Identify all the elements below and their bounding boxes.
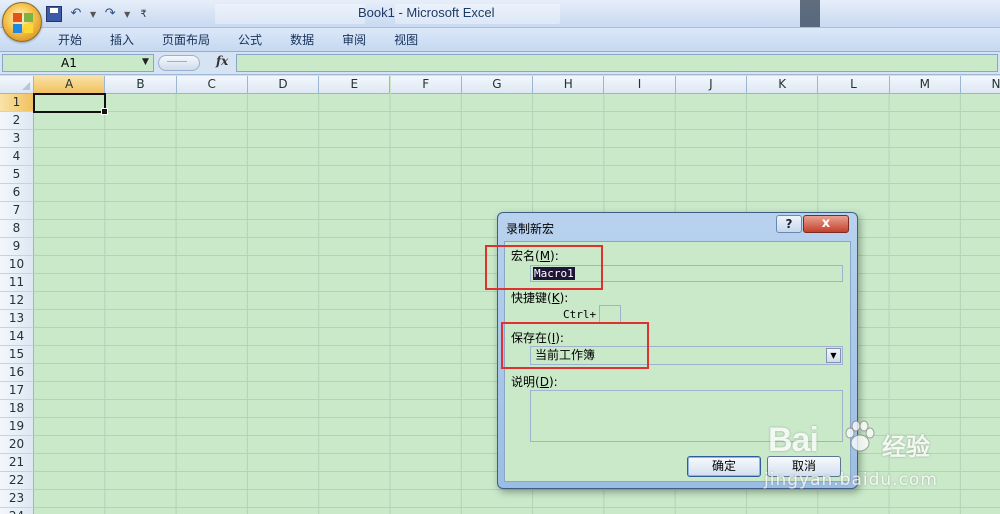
row-header-23[interactable]: 23	[0, 490, 34, 508]
column-header-e[interactable]: E	[319, 76, 391, 94]
column-header-c[interactable]: C	[176, 76, 248, 94]
column-header-h[interactable]: H	[533, 76, 605, 94]
column-header-m[interactable]: M	[889, 76, 961, 94]
insert-function-icon[interactable]: fx	[216, 54, 228, 68]
row-header-20[interactable]: 20	[0, 436, 34, 454]
column-header-l[interactable]: L	[818, 76, 890, 94]
annotation-highlight-macro-name	[485, 245, 603, 290]
watermark-url: jingyan.baidu.com	[764, 470, 938, 490]
ribbon-tabs: 开始 插入 页面布局 公式 数据 审阅 视图	[58, 32, 432, 48]
annotation-highlight-store-in	[501, 322, 649, 369]
shortcut-prefix: Ctrl+	[563, 308, 597, 321]
watermark-brand: Bai	[768, 421, 819, 459]
row-header-15[interactable]: 15	[0, 346, 34, 364]
formula-input[interactable]	[236, 54, 998, 72]
close-icon: x	[821, 216, 831, 231]
ok-button[interactable]: 确定	[687, 456, 761, 477]
background-window-fragment	[800, 0, 820, 27]
select-all-corner[interactable]	[0, 76, 34, 94]
row-header-14[interactable]: 14	[0, 328, 34, 346]
row-header-24[interactable]: 24	[0, 508, 34, 514]
column-header-d[interactable]: D	[247, 76, 320, 94]
formula-controls: fx	[158, 54, 236, 72]
tab-insert[interactable]: 插入	[96, 32, 148, 48]
tab-page-layout[interactable]: 页面布局	[148, 32, 224, 48]
name-box-dropdown-icon[interactable]: ▼	[142, 54, 149, 70]
column-header-j[interactable]: J	[675, 76, 747, 94]
formula-bar: A1 ▼ fx	[0, 52, 1000, 75]
title-bar: ↶ ▼ ↷ ▼ ₹ Book1 - Microsoft Excel	[0, 0, 1000, 28]
window-title: Book1 - Microsoft Excel	[358, 5, 495, 20]
row-header-19[interactable]: 19	[0, 418, 34, 436]
watermark: Bai 经验 jingyan.baidu.com	[760, 415, 960, 505]
tab-home[interactable]: 开始	[58, 32, 96, 48]
row-header-5[interactable]: 5	[0, 166, 34, 184]
column-header-b[interactable]: B	[105, 76, 177, 94]
name-box[interactable]: A1	[2, 54, 154, 72]
tab-review[interactable]: 审阅	[328, 32, 380, 48]
office-logo-icon	[13, 13, 33, 33]
paw-icon	[845, 420, 875, 452]
close-button[interactable]: x	[803, 215, 849, 233]
row-header-22[interactable]: 22	[0, 472, 34, 490]
column-header-k[interactable]: K	[747, 76, 819, 94]
formula-bar-expander[interactable]	[158, 55, 200, 71]
column-header-f[interactable]: F	[390, 76, 462, 94]
active-cell-a1[interactable]	[33, 93, 108, 115]
row-header-2[interactable]: 2	[0, 112, 34, 130]
row-header-3[interactable]: 3	[0, 130, 34, 148]
dialog-title: 录制新宏	[506, 222, 555, 236]
shortcut-input[interactable]	[599, 305, 621, 323]
office-button[interactable]	[2, 2, 42, 42]
row-header-16[interactable]: 16	[0, 364, 34, 382]
row-header-18[interactable]: 18	[0, 400, 34, 418]
row-header-8[interactable]: 8	[0, 220, 34, 238]
help-button[interactable]: ?	[776, 215, 802, 233]
row-header-12[interactable]: 12	[0, 292, 34, 310]
row-header-9[interactable]: 9	[0, 238, 34, 256]
column-header-n[interactable]: N	[960, 76, 1000, 94]
watermark-brand-cn: 经验	[882, 433, 930, 461]
ribbon: 开始 插入 页面布局 公式 数据 审阅 视图	[0, 28, 1000, 52]
column-header-g[interactable]: G	[461, 76, 534, 94]
tab-data[interactable]: 数据	[276, 32, 328, 48]
row-header-11[interactable]: 11	[0, 274, 34, 292]
row-header-4[interactable]: 4	[0, 148, 34, 166]
column-header-i[interactable]: I	[604, 76, 676, 94]
row-header-7[interactable]: 7	[0, 202, 34, 220]
row-header-1[interactable]: 1	[0, 94, 34, 112]
shortcut-label: 快捷键(K):	[511, 291, 569, 305]
row-header-6[interactable]: 6	[0, 184, 34, 202]
column-header-a[interactable]: A	[34, 76, 106, 94]
tab-view[interactable]: 视图	[380, 32, 432, 48]
row-header-21[interactable]: 21	[0, 454, 34, 472]
row-header-10[interactable]: 10	[0, 256, 34, 274]
chevron-down-icon[interactable]: ▼	[826, 348, 841, 363]
row-header-17[interactable]: 17	[0, 382, 34, 400]
tab-formulas[interactable]: 公式	[224, 32, 276, 48]
row-header-13[interactable]: 13	[0, 310, 34, 328]
description-label: 说明(D):	[511, 375, 558, 389]
